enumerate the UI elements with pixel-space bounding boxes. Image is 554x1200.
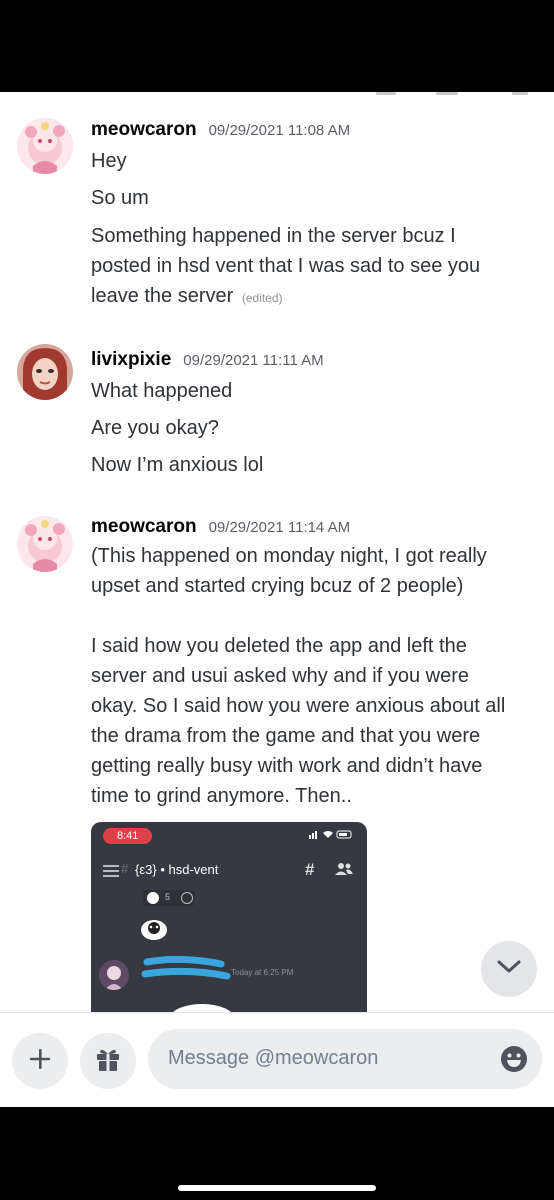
username[interactable]: meowcaron <box>91 119 197 141</box>
message-composer: Message @meowcaron <box>0 1012 554 1107</box>
header-edge-mark <box>376 92 396 95</box>
redaction-mark <box>141 955 231 989</box>
message-input[interactable]: Message @meowcaron <box>148 1029 542 1089</box>
attachment-status-icons <box>309 829 353 842</box>
header-edge <box>0 92 554 96</box>
message-text: What happened <box>91 380 233 402</box>
attachment-message-time: Today at 6:25 PM <box>231 968 294 977</box>
message-text: Something happened in the server bcuz I <box>91 225 456 247</box>
reaction-count: 5 <box>165 892 171 902</box>
header-edge-mark <box>436 92 458 95</box>
message-text: So um <box>91 187 149 209</box>
status-bar <box>0 0 554 92</box>
hashtag-icon: # <box>121 861 129 876</box>
message-header: meowcaron 09/29/2021 11:08 AM <box>91 119 350 141</box>
message-text: (This happened on monday night, I got re… <box>91 545 487 567</box>
scroll-to-bottom-button[interactable] <box>481 941 537 997</box>
sticker-image <box>167 994 237 1014</box>
message-text: Are you okay? <box>91 417 219 439</box>
chevron-down-icon <box>496 959 522 980</box>
members-icon <box>335 862 353 881</box>
header-edge-mark <box>512 92 528 95</box>
gift-button[interactable] <box>80 1033 136 1089</box>
plus-icon <box>29 1048 51 1075</box>
attachment-channel-name: {ε3} • hsd-vent <box>135 862 219 877</box>
avatar[interactable] <box>17 344 73 400</box>
emoji-button[interactable] <box>500 1045 528 1078</box>
message-text: server and usui asked why and if you wer… <box>91 665 469 687</box>
attachment-channel-header: # {ε3} • hsd-vent # <box>91 856 367 886</box>
message-text: okay. So I said how you were anxious abo… <box>91 695 506 717</box>
emoji-icon <box>501 1046 527 1072</box>
message-text: getting really busy with work and didn’t… <box>91 755 483 777</box>
message-header: livixpixie 09/29/2021 11:11 AM <box>91 349 324 371</box>
message-text-last: leave the server (edited) <box>91 281 536 313</box>
message-text: leave the server <box>91 285 234 307</box>
username[interactable]: meowcaron <box>91 516 197 538</box>
avatar[interactable] <box>17 118 73 174</box>
image-attachment[interactable]: 8:41 # {ε3} • hsd-vent # 5 Today at 6:25… <box>91 822 367 1014</box>
message-input-placeholder: Message @meowcaron <box>168 1047 379 1069</box>
edited-label: (edited) <box>241 291 283 305</box>
message-text: Hey <box>91 150 127 172</box>
message-text: I said how you deleted the app and left … <box>91 635 467 657</box>
message-header: meowcaron 09/29/2021 11:14 AM <box>91 516 350 538</box>
gift-icon <box>95 1046 121 1077</box>
timestamp: 09/29/2021 11:11 AM <box>183 352 324 369</box>
timestamp: 09/29/2021 11:08 AM <box>208 122 351 139</box>
sticker-image <box>139 916 169 942</box>
avatar[interactable] <box>17 516 73 572</box>
message-text: time to grind anymore. Then.. <box>91 785 352 807</box>
member-avatar <box>99 960 129 990</box>
hamburger-icon <box>103 864 119 882</box>
add-reaction-icon <box>181 892 193 904</box>
add-attachment-button[interactable] <box>12 1033 68 1089</box>
attachment-clock: 8:41 <box>103 828 153 844</box>
message-text: Now I’m anxious lol <box>91 454 264 476</box>
reaction-chip: 5 <box>143 890 195 906</box>
message-text: posted in hsd vent that I was sad to see… <box>91 255 481 277</box>
message-text: upset and started crying bcuz of 2 peopl… <box>91 575 464 597</box>
timestamp: 09/29/2021 11:14 AM <box>208 519 351 536</box>
threads-icon: # <box>305 860 315 879</box>
home-indicator[interactable] <box>178 1185 376 1191</box>
message-text: the drama from the game and that you wer… <box>91 725 481 747</box>
reaction-emoji-icon <box>147 892 159 904</box>
username[interactable]: livixpixie <box>91 349 171 371</box>
